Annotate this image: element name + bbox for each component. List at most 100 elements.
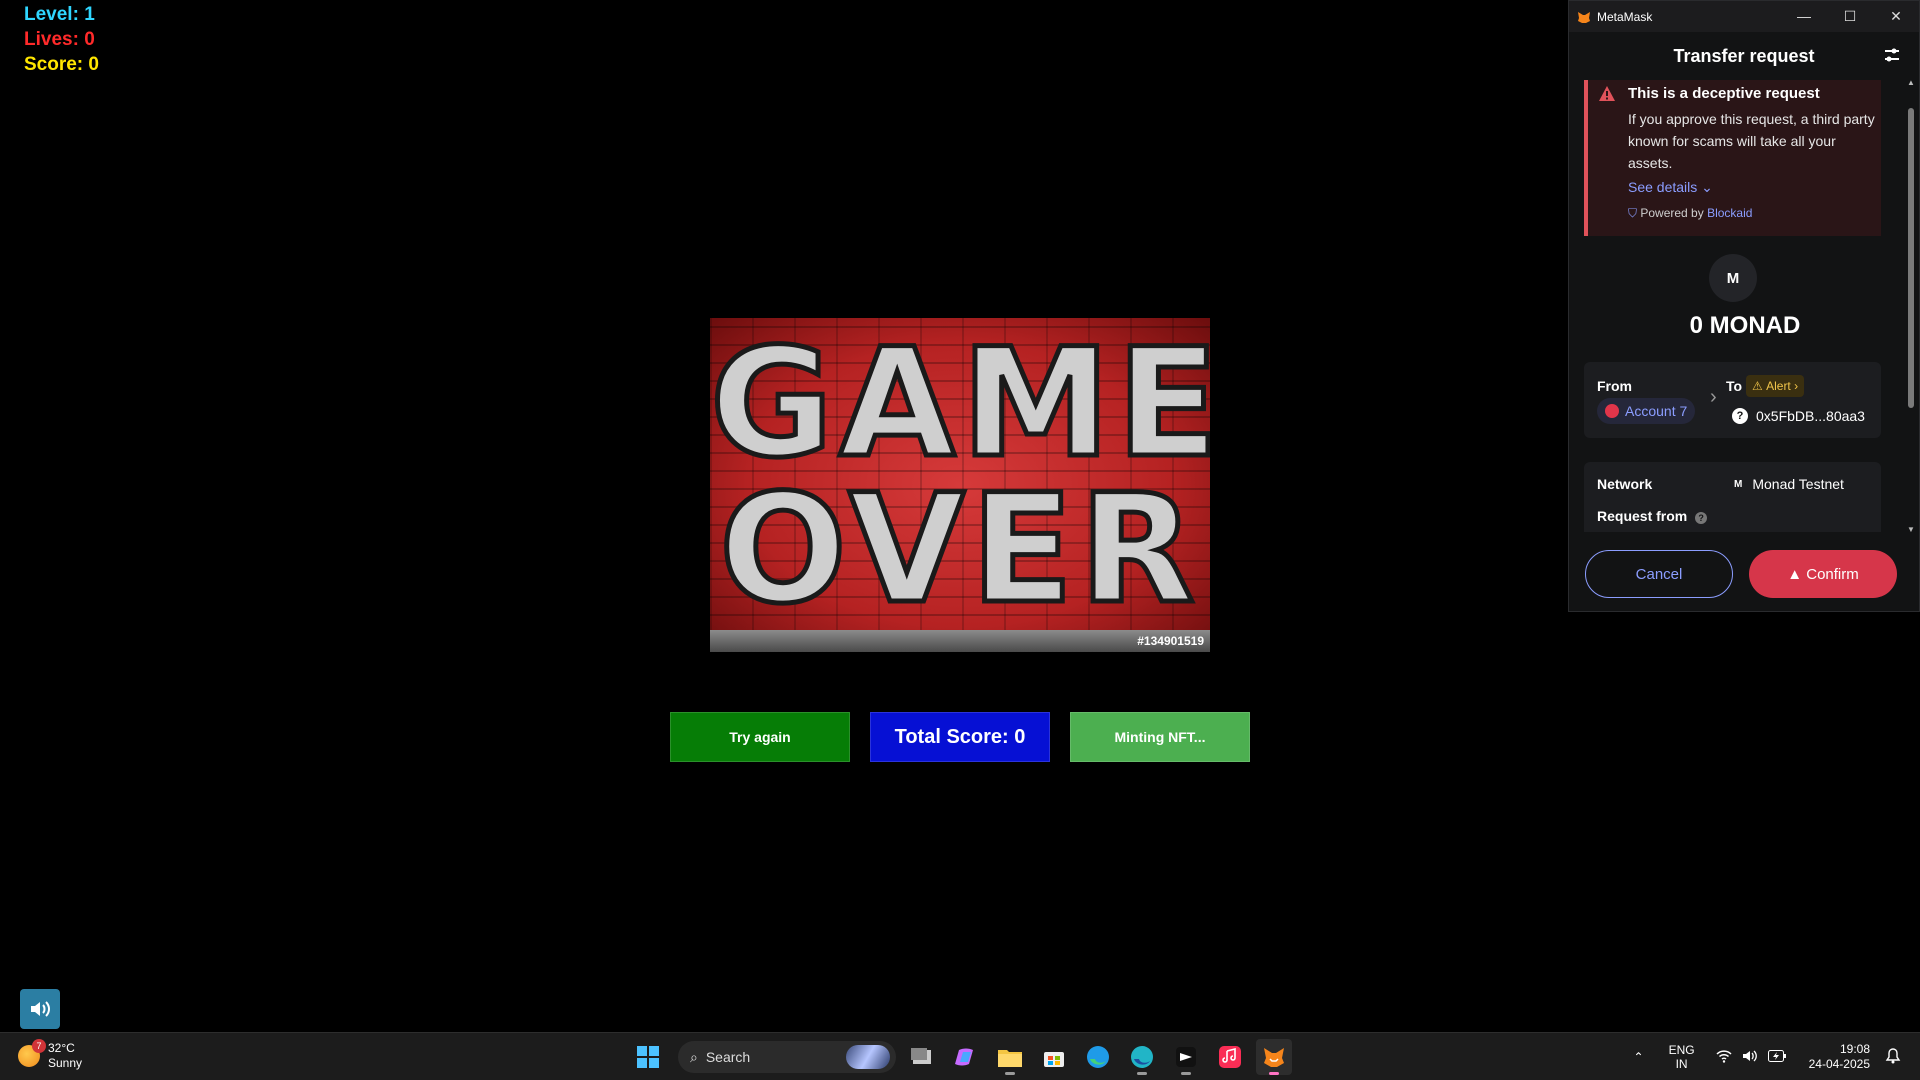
game-over-word-over: OVER [717, 463, 1201, 637]
network-name: Monad Testnet [1752, 476, 1844, 492]
hud: Level: 1 Lives: 0 Score: 0 [24, 2, 99, 77]
network-value: M Monad Testnet [1732, 476, 1844, 492]
minting-nft-button[interactable]: Minting NFT... [1070, 712, 1250, 762]
running-indicator [1005, 1072, 1015, 1075]
weather-temp: 32°C [48, 1041, 75, 1055]
taskbar-apps: ⌕ Search [630, 1039, 1300, 1075]
edge-dev-icon [1131, 1046, 1153, 1068]
scroll-down-arrow-icon[interactable]: ▼ [1907, 525, 1915, 534]
alert-title: This is a deceptive request [1628, 85, 1820, 102]
language-indicator[interactable]: ENG IN [1669, 1043, 1695, 1071]
level-text: Level: 1 [24, 4, 95, 25]
search-icon: ⌕ [690, 1048, 698, 1065]
edge-button[interactable] [1080, 1039, 1116, 1075]
metamask-window: MetaMask — ☐ ✕ Transfer request This is … [1568, 0, 1920, 612]
chevron-right-icon: › [1710, 386, 1717, 408]
settings-sliders-icon[interactable] [1883, 46, 1901, 64]
weather-desc: Sunny [48, 1056, 83, 1070]
to-label: To [1726, 378, 1743, 394]
clock[interactable]: 19:08 24-04-2025 [1809, 1042, 1870, 1072]
to-address[interactable]: ? 0x5FbDB...80aa3 [1732, 408, 1865, 424]
search-highlight-icon [846, 1045, 890, 1069]
blockaid-link[interactable]: Blockaid [1707, 206, 1752, 220]
volume-icon[interactable] [1742, 1049, 1758, 1066]
metamask-footer: Cancel ▲ Confirm [1569, 541, 1920, 613]
file-explorer-button[interactable] [992, 1039, 1028, 1075]
powered-by: ⛉ Powered by Blockaid [1628, 206, 1752, 221]
search-placeholder: Search [705, 1049, 751, 1065]
metamask-window-title: MetaMask [1597, 9, 1653, 24]
monad-network-icon: M [1734, 478, 1743, 490]
apple-music-button[interactable] [1212, 1039, 1248, 1075]
battery-icon[interactable] [1767, 1049, 1786, 1065]
try-again-button[interactable]: Try again [670, 712, 850, 762]
scroll-up-arrow-icon[interactable]: ▲ [1907, 78, 1915, 87]
image-floor [710, 630, 1210, 652]
confirm-label: Confirm [1806, 565, 1859, 583]
edge-dev-button[interactable] [1124, 1039, 1160, 1075]
capcut-button[interactable] [1168, 1039, 1204, 1075]
clock-date: 24-04-2025 [1808, 1057, 1870, 1071]
info-icon[interactable]: ? [1695, 512, 1708, 524]
windows-taskbar: 7 32°C Sunny ⌕ Search ⌃ ENG IN 19:08 24-… [0, 1032, 1920, 1080]
metamask-fox-icon [1578, 11, 1590, 23]
danger-triangle-icon [1599, 86, 1615, 101]
powered-by-label: Powered by [1640, 206, 1704, 220]
maximize-icon[interactable]: ☐ [1827, 8, 1873, 25]
warning-icon: ⚠ [1752, 379, 1767, 393]
confirm-button[interactable]: ▲ Confirm [1749, 550, 1897, 598]
chevron-up-icon[interactable]: ⌃ [1634, 1050, 1644, 1064]
total-score-display: Total Score: 0 [870, 712, 1050, 762]
image-watermark: #134901519 [1137, 634, 1204, 648]
from-account-name: Account 7 [1625, 403, 1688, 419]
task-view-icon [911, 1048, 931, 1064]
transfer-title: Transfer request [1673, 45, 1815, 66]
metamask-taskbar-button[interactable] [1256, 1039, 1292, 1075]
danger-icon: ▲ [1787, 565, 1807, 583]
see-details-link[interactable]: See details ⌄ [1628, 179, 1713, 196]
chevron-down-icon: ⌄ [1701, 179, 1713, 195]
copilot-icon [955, 1048, 973, 1066]
alert-body: If you approve this request, a third par… [1628, 111, 1875, 171]
minimize-icon[interactable]: — [1781, 8, 1827, 25]
music-note-icon [1219, 1046, 1241, 1068]
taskbar-search[interactable]: ⌕ Search [678, 1041, 896, 1073]
chevron-right-small-icon: › [1790, 379, 1799, 393]
token-avatar: M [1709, 254, 1757, 302]
to-address-value: 0x5FbDB...80aa3 [1756, 408, 1865, 424]
store-button[interactable] [1036, 1039, 1072, 1075]
start-button[interactable] [630, 1039, 666, 1075]
metamask-titlebar: MetaMask — ☐ ✕ [1569, 1, 1919, 32]
weather-badge: 7 [32, 1039, 46, 1053]
wifi-icon[interactable] [1716, 1049, 1732, 1066]
shield-icon: ⛉ [1628, 206, 1638, 220]
from-label: From [1597, 378, 1632, 394]
close-icon[interactable]: ✕ [1873, 8, 1919, 25]
account-avatar-icon [1605, 404, 1619, 418]
copilot-button[interactable] [948, 1039, 984, 1075]
cancel-button[interactable]: Cancel [1585, 550, 1733, 598]
unknown-address-icon: ? [1732, 408, 1748, 424]
weather-widget[interactable]: 7 32°C Sunny [18, 1039, 83, 1071]
notification-bell-icon[interactable] [1885, 1047, 1901, 1067]
game-over-word-game: GAME [710, 318, 1210, 491]
metamask-scroll-area[interactable]: This is a deceptive request If you appro… [1569, 80, 1920, 532]
edge-browser-icon [1087, 1046, 1109, 1068]
see-details-label: See details [1628, 179, 1698, 195]
metamask-scrollbar[interactable]: ▲ ▼ [1906, 78, 1916, 534]
metamask-fox-taskbar-icon [1264, 1048, 1284, 1067]
from-account-pill[interactable]: Account 7 [1597, 398, 1696, 424]
to-alert-chip[interactable]: ⚠ Alert › [1746, 375, 1805, 397]
system-tray: ⌃ ENG IN 19:08 24-04-2025 [1629, 1039, 1906, 1075]
network-card: Network M Monad Testnet Request from ? [1584, 462, 1881, 532]
store-bag-icon [1044, 1052, 1064, 1067]
language-bottom: IN [1675, 1057, 1688, 1071]
sound-toggle-button[interactable] [20, 989, 60, 1029]
windows-logo-icon [637, 1046, 659, 1068]
from-to-card: From Account 7 › To ⚠ Alert › ? 0x5FbDB.… [1584, 362, 1881, 438]
transfer-amount: 0 MONAD [1689, 312, 1801, 339]
running-indicator [1181, 1072, 1191, 1075]
to-alert-label: Alert [1766, 379, 1791, 393]
scrollbar-thumb[interactable] [1908, 108, 1914, 408]
task-view-button[interactable] [904, 1039, 940, 1075]
